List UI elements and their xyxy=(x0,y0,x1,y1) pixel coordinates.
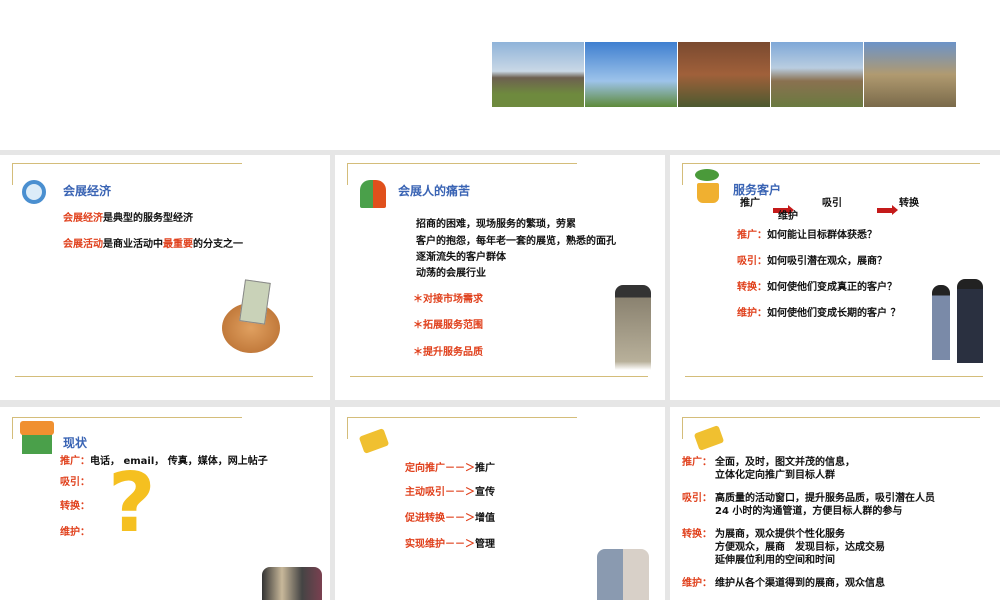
bullet: ＊提升服务品质 xyxy=(413,347,483,358)
label: 维护： xyxy=(682,578,712,589)
label: 推广： xyxy=(682,457,712,468)
card-title: 会展人的痛苦 xyxy=(398,184,471,198)
value: 高质量的活动窗口，提升服务品质，吸引潜在人员 xyxy=(715,493,935,504)
item: 定向推广－－＞推广 xyxy=(405,463,495,475)
notepad-icon xyxy=(358,428,390,454)
bullet: ＊对接市场需求 xyxy=(413,294,483,305)
card-status: 现状 推广：电话， email， 传真，媒体，网上帖子 吸引： 转换： 维护： … xyxy=(0,407,330,600)
value: 延伸展位利用的空间和时间 xyxy=(715,555,835,566)
card-exhibition-economy: 会展经济 会展经济是典型的服务型经济 会展活动是商业活动中最重要的分支之一 xyxy=(0,155,330,400)
value: 如何吸引潜在观众，展商？ xyxy=(767,256,887,267)
photo-strip xyxy=(492,42,957,107)
users-icon xyxy=(360,180,386,208)
flow-step: 维护 xyxy=(778,211,798,222)
photo-castle-wall xyxy=(864,42,957,107)
value: 宣传 xyxy=(475,487,495,498)
label: 吸引： xyxy=(737,256,767,267)
photo-stone-bridge xyxy=(771,42,864,107)
label: 吸引： xyxy=(682,493,712,504)
house-icon xyxy=(22,432,52,454)
label: 主动吸引－－＞ xyxy=(405,487,475,498)
highlight: 最重要 xyxy=(163,239,193,250)
item: 实现维护－－＞管理 xyxy=(405,539,495,551)
text: 的分支之一 xyxy=(193,239,243,250)
text-line: 逐渐流失的客户群体 xyxy=(416,252,506,263)
notepad-icon xyxy=(693,425,725,451)
arrow-right-icon xyxy=(877,205,898,215)
item: 吸引：如何吸引潜在观众，展商？ xyxy=(737,256,887,268)
value: 全面，及时，图文并茂的信息， xyxy=(715,457,855,468)
value: 维护从各个渠道得到的展商，观众信息 xyxy=(715,578,885,589)
value: 立体化定向推广到目标人群 xyxy=(715,470,835,481)
plant-pot-icon xyxy=(697,183,719,203)
text-line: 动荡的会展行业 xyxy=(416,268,486,279)
label: 转换： xyxy=(60,501,90,512)
label: 转换： xyxy=(737,282,767,293)
group-people-image xyxy=(262,567,322,600)
businessman-image xyxy=(615,285,651,370)
item: 主动吸引－－＞宣传 xyxy=(405,487,495,499)
label: 定向推广－－＞ xyxy=(405,463,475,474)
value: 如何使他们变成长期的客户 ？ xyxy=(767,308,901,319)
value: 24 小时的沟通管道，方便目标人群的参与 xyxy=(715,506,903,517)
value: 如何使他们变成真正的客户？ xyxy=(767,282,897,293)
flow-step: 吸引 xyxy=(822,198,842,209)
card-title: 会展经济 xyxy=(63,184,112,198)
woman-handshake-image xyxy=(932,285,950,360)
item: 转换：如何使他们变成真正的客户？ xyxy=(737,282,897,294)
label: 吸引： xyxy=(60,477,90,488)
item: 促进转换－－＞增值 xyxy=(405,513,495,525)
value: 管理 xyxy=(475,539,495,550)
label: 转换： xyxy=(682,529,712,540)
label: 实现维护－－＞ xyxy=(405,539,475,550)
roof-icon xyxy=(20,421,54,435)
card-strategy: 定向推广－－＞推广 主动吸引－－＞宣传 促进转换－－＞增值 实现维护－－＞管理 xyxy=(335,407,665,600)
label: 推广： xyxy=(60,456,90,467)
label: 维护： xyxy=(737,308,767,319)
text-line: 客户的抱怨，每年老一套的展览，熟悉的面孔 xyxy=(416,236,616,247)
magnifier-icon xyxy=(22,180,46,204)
item: 推广：电话， email， 传真，媒体，网上帖子 xyxy=(60,456,268,468)
header-area xyxy=(0,0,1000,150)
card-details: 推广： 全面，及时，图文并茂的信息， 立体化定向推广到目标人群 吸引： 高质量的… xyxy=(670,407,1000,600)
item: 推广：如何能让目标群体获悉？ xyxy=(737,230,877,242)
label: 维护： xyxy=(60,527,90,538)
highlight: 会展经济 xyxy=(63,213,103,224)
text: 是商业活动中 xyxy=(103,239,163,250)
photo-eiffel-tower xyxy=(585,42,678,107)
card-serve-customers: 服务客户 推广 维护 吸引 转换 推广：如何能让目标群体获悉？ 吸引：如何吸引潜… xyxy=(670,155,1000,400)
card-title: 服务客户 xyxy=(733,183,782,197)
label: 推广： xyxy=(737,230,767,241)
leaf-icon xyxy=(695,169,719,181)
bullet: ＊拓展服务范围 xyxy=(413,320,483,331)
text-line: 招商的困难，现场服务的繁琐，劳累 xyxy=(416,219,576,230)
photo-aqueduct xyxy=(678,42,771,107)
label: 促进转换－－＞ xyxy=(405,513,475,524)
business-meeting-image xyxy=(597,549,649,600)
item: 维护：如何使他们变成长期的客户 ？ xyxy=(737,308,900,320)
flow-step: 推广 xyxy=(740,198,760,209)
value: 推广 xyxy=(475,463,495,474)
text: 是典型的服务型经济 xyxy=(103,213,193,224)
card-exhibitor-pain: 会展人的痛苦 招商的困难，现场服务的繁琐，劳累 客户的抱怨，每年老一套的展览，熟… xyxy=(335,155,665,400)
value: 为展商，观众提供个性化服务 xyxy=(715,529,845,540)
value: 方便观众，展商 发现目标，达成交易 xyxy=(715,542,885,553)
photo-stonehenge xyxy=(492,42,585,107)
card-title: 现状 xyxy=(63,436,88,450)
value: 增值 xyxy=(475,513,495,524)
highlight: 会展活动 xyxy=(63,239,103,250)
flow-step: 转换 xyxy=(899,198,919,209)
value: 如何能让目标群体获悉？ xyxy=(767,230,877,241)
man-handshake-image xyxy=(957,279,983,363)
question-mark-icon: ? xyxy=(108,456,156,551)
